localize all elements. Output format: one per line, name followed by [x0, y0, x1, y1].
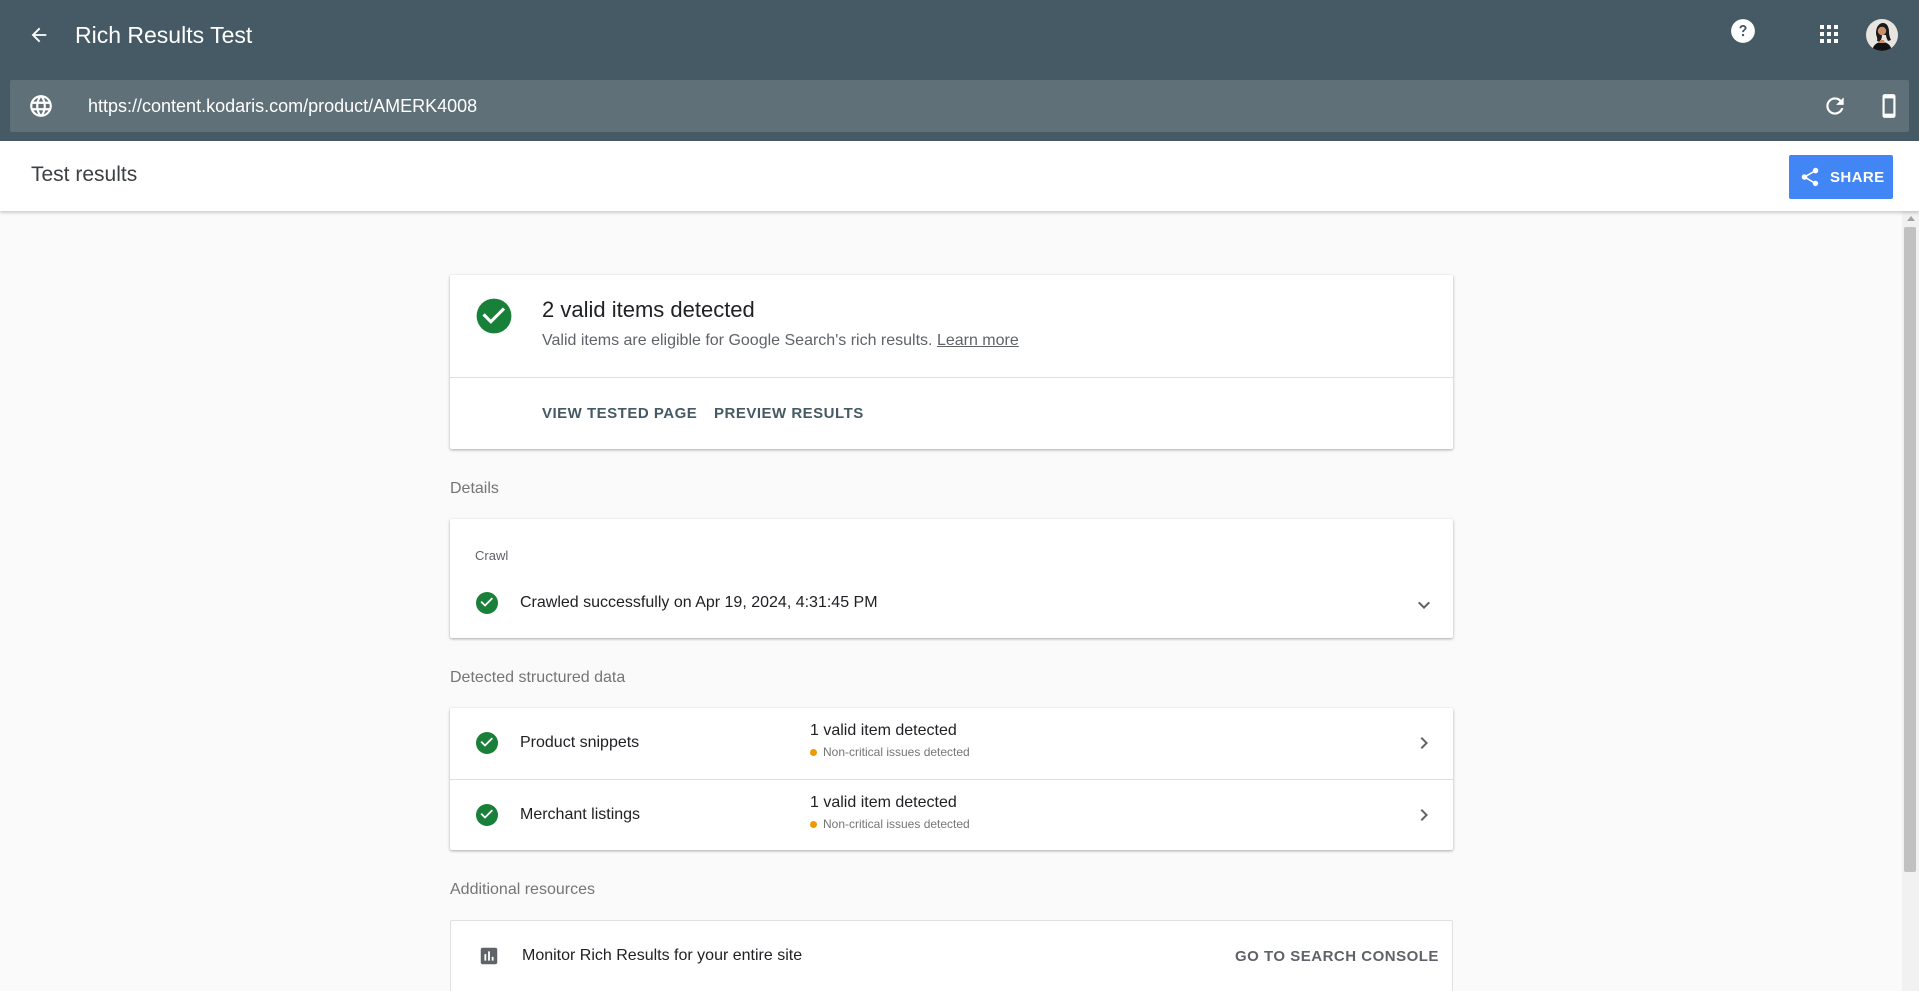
share-icon	[1801, 167, 1819, 187]
device-toggle-button[interactable]	[1876, 92, 1902, 120]
avatar[interactable]	[1866, 19, 1898, 51]
additional-resources-heading: Additional resources	[450, 881, 595, 898]
item-note: Non-critical issues detected	[810, 817, 970, 831]
share-label: SHARE	[1830, 168, 1885, 186]
crawl-status: Crawled successfully on Apr 19, 2024, 4:…	[520, 594, 878, 611]
item-status: 1 valid item detected	[810, 722, 957, 739]
summary-subtitle: Valid items are eligible for Google Sear…	[542, 332, 1019, 350]
scrollbar[interactable]	[1902, 211, 1919, 991]
chevron-right-icon	[1420, 737, 1428, 749]
scroll-thumb[interactable]	[1904, 227, 1916, 872]
structured-data-heading: Detected structured data	[450, 669, 626, 686]
arrow-back-icon	[31, 27, 47, 43]
share-button[interactable]: SHARE	[1789, 155, 1893, 199]
smartphone-icon	[1882, 94, 1896, 118]
user-avatar-icon	[1866, 19, 1898, 51]
learn-more-link[interactable]: Learn more	[937, 332, 1019, 349]
bar-chart-icon	[480, 947, 498, 965]
globe-icon	[30, 95, 52, 117]
app-title: Rich Results Test	[75, 22, 253, 48]
url-input[interactable]	[88, 90, 1788, 122]
check-circle-icon	[476, 592, 498, 614]
check-circle-icon	[476, 298, 512, 334]
refresh-button[interactable]	[1822, 93, 1848, 119]
item-note: Non-critical issues detected	[810, 745, 970, 759]
warning-dot-icon	[810, 748, 817, 756]
resource-card: Monitor Rich Results for your entire sit…	[450, 920, 1453, 991]
list-item-product-snippets[interactable]: Product snippets 1 valid item detected N…	[450, 708, 1453, 779]
check-circle-icon	[476, 804, 498, 826]
crawl-card[interactable]: Crawl Crawled successfully on Apr 19, 20…	[450, 519, 1453, 638]
item-note-text: Non-critical issues detected	[823, 745, 970, 759]
item-label: Product snippets	[520, 734, 640, 751]
apps-grid-icon	[1820, 25, 1838, 43]
summary-subtitle-text: Valid items are eligible for Google Sear…	[542, 332, 933, 349]
chevron-right-icon	[1420, 809, 1428, 821]
help-icon	[1731, 19, 1755, 43]
details-heading: Details	[450, 480, 499, 497]
check-circle-icon	[476, 732, 498, 754]
title-row: Rich Results Test	[0, 0, 1919, 70]
crawl-label: Crawl	[475, 548, 509, 563]
page-title: Test results	[31, 163, 138, 186]
help-button[interactable]	[1730, 18, 1756, 44]
results-toolbar: Test results SHARE	[0, 141, 1919, 211]
divider	[450, 377, 1453, 378]
back-button[interactable]	[24, 20, 54, 50]
app-header: Rich Results Test	[0, 0, 1919, 141]
url-bar	[10, 80, 1909, 132]
monitor-text: Monitor Rich Results for your entire sit…	[522, 947, 803, 964]
list-item-merchant-listings[interactable]: Merchant listings 1 valid item detected …	[450, 779, 1453, 850]
summary-title: 2 valid items detected	[542, 297, 755, 322]
chevron-down-icon[interactable]	[1412, 593, 1436, 617]
refresh-icon	[1826, 97, 1844, 115]
item-label: Merchant listings	[520, 806, 641, 823]
summary-card: 2 valid items detected Valid items are e…	[450, 275, 1453, 449]
item-status: 1 valid item detected	[810, 794, 957, 811]
view-tested-page-button[interactable]: VIEW TESTED PAGE	[542, 405, 697, 422]
go-to-search-console-button[interactable]: GO TO SEARCH CONSOLE	[1235, 948, 1439, 965]
item-note-text: Non-critical issues detected	[823, 817, 970, 831]
warning-dot-icon	[810, 820, 817, 828]
scroll-up-arrow-icon[interactable]	[1907, 216, 1915, 221]
apps-button[interactable]	[1817, 22, 1841, 46]
preview-results-button[interactable]: PREVIEW RESULTS	[714, 405, 864, 422]
structured-data-card: Product snippets 1 valid item detected N…	[450, 708, 1453, 850]
